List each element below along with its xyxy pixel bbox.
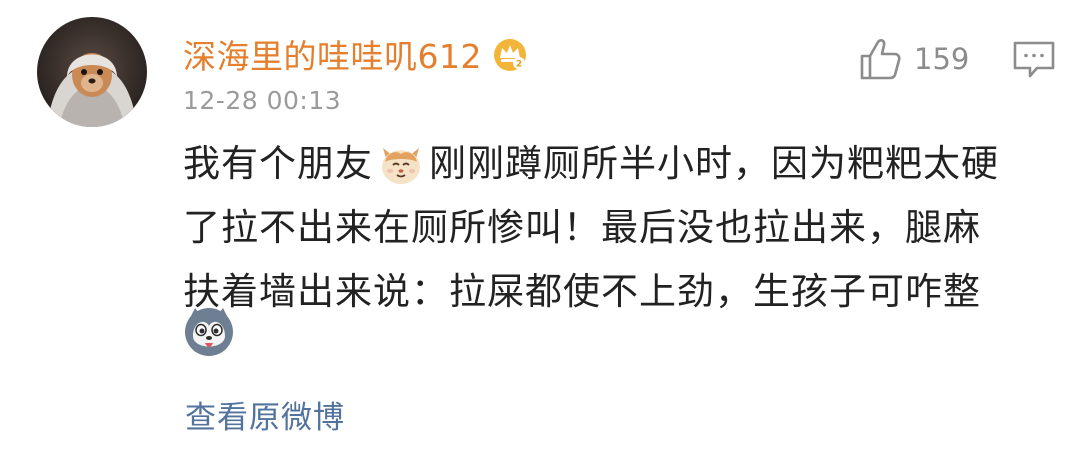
cat-face-icon [382,148,420,184]
comment-text: 我有个朋友 刚刚蹲厕所半小时，因为粑粑太硬 了拉不出来在厕所惨叫！最后没也拉出来… [183,132,1043,324]
thumbs-up-icon [860,39,901,80]
comment-card: 深海里的哇哇叽612 2 12-28 00:13 159 我有个朋友 刚刚蹲厕所… [0,0,1080,461]
husky-face-icon [185,308,233,356]
comment-line-3: 扶着墙出来说：拉屎都使不上劲，生孩子可咋整 [183,270,981,313]
comment-bubble-icon[interactable] [1012,40,1056,80]
comment-text-segment: 刚刚蹲厕所半小时，因为粑粑太硬 [429,142,999,185]
comment-line-2: 了拉不出来在厕所惨叫！最后没也拉出来，腿麻 [183,206,981,249]
svg-text:2: 2 [516,60,522,70]
like-count: 159 [914,42,970,76]
comment-text-segment: 我有个朋友 [183,142,373,185]
username-row: 深海里的哇哇叽612 2 [183,28,528,80]
timestamp: 12-28 00:13 [183,86,342,115]
avatar[interactable] [37,17,147,127]
view-original-link[interactable]: 查看原微博 [185,392,345,437]
comment-line-1: 我有个朋友 刚刚蹲厕所半小时，因为粑粑太硬 [183,132,1043,196]
avatar-image [37,17,147,127]
like-button[interactable]: 159 [858,34,969,84]
username[interactable]: 深海里的哇哇叽612 [183,30,482,78]
crown-icon: 2 [494,39,526,71]
